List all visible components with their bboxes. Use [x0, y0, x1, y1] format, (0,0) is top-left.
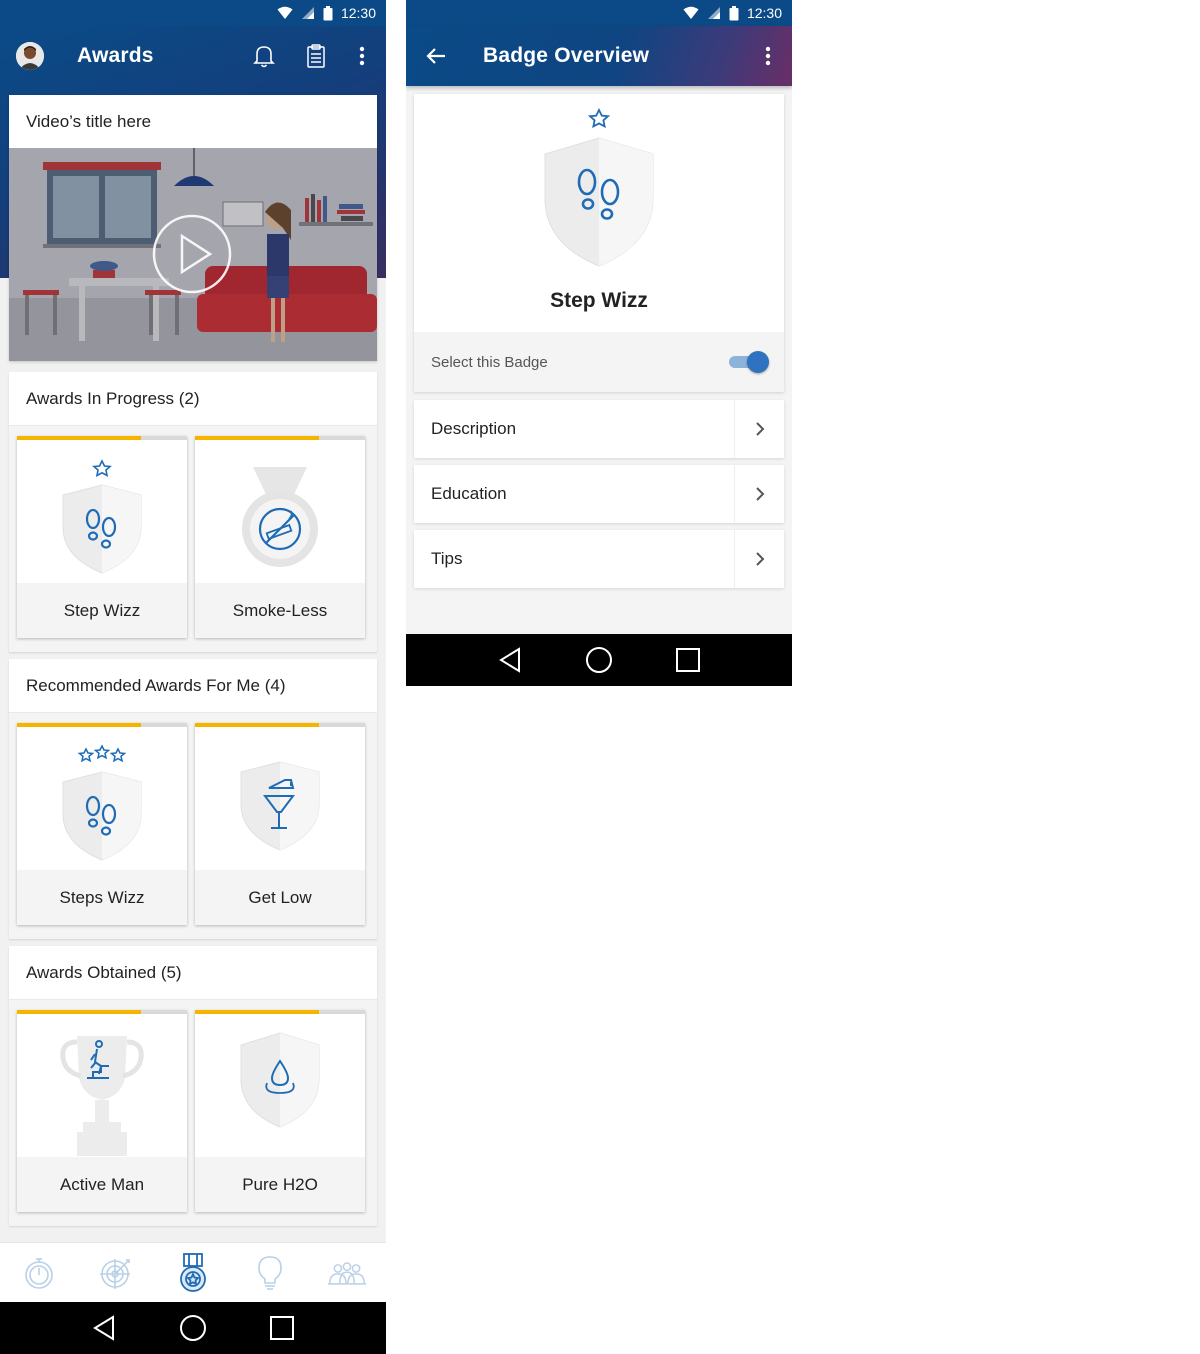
system-navigation-bar [406, 634, 792, 686]
footsteps-shield-icon [17, 727, 187, 870]
water-drop-shield-icon [195, 1014, 365, 1157]
award-tile-get-low[interactable]: Get Low [195, 723, 365, 925]
award-tile-active-man[interactable]: Active Man [17, 1010, 187, 1212]
bell-icon[interactable] [244, 36, 284, 76]
award-tile-steps-wizz[interactable]: Steps Wizz [17, 723, 187, 925]
play-icon[interactable] [154, 216, 230, 292]
app-bar: Awards [0, 26, 386, 86]
back-triangle-icon[interactable] [84, 1308, 124, 1348]
section-title: Awards Obtained (5) [9, 946, 377, 1000]
video-thumbnail[interactable] [9, 148, 377, 361]
chevron-right-icon [734, 530, 784, 588]
award-label: Pure H2O [195, 1157, 365, 1212]
signal-icon [301, 6, 315, 20]
section-title: Awards In Progress (2) [9, 372, 377, 426]
status-bar: 12:30 [0, 0, 386, 26]
back-arrow-icon[interactable] [416, 36, 456, 76]
tips-row[interactable]: Tips [414, 530, 784, 588]
bottom-navigation [0, 1242, 386, 1303]
description-row[interactable]: Description [414, 400, 784, 458]
award-tile-step-wizz[interactable]: Step Wizz [17, 436, 187, 638]
avatar[interactable] [16, 42, 44, 70]
stopwatch-icon[interactable] [19, 1253, 59, 1293]
select-badge-row: Select this Badge [414, 332, 784, 392]
home-circle-icon[interactable] [173, 1308, 213, 1348]
community-icon[interactable] [327, 1253, 367, 1293]
battery-icon [323, 5, 333, 21]
no-smoking-medal-icon [195, 440, 365, 583]
target-icon[interactable] [96, 1253, 136, 1293]
back-triangle-icon[interactable] [490, 640, 530, 680]
app-bar: Badge Overview [406, 26, 792, 86]
cocktail-shield-icon [195, 727, 365, 870]
chevron-right-icon [734, 465, 784, 523]
award-tile-pure-h2o[interactable]: Pure H2O [195, 1010, 365, 1212]
section-awards-obtained: Awards Obtained (5) Active Man Pure H2O [9, 946, 377, 1226]
lightbulb-icon[interactable] [250, 1253, 290, 1293]
video-card: Video’s title here [9, 95, 377, 361]
page-title: Badge Overview [483, 44, 650, 67]
more-vert-icon[interactable] [748, 36, 788, 76]
tips-label: Tips [431, 549, 463, 568]
stairs-trophy-icon [17, 1014, 187, 1157]
description-label: Description [431, 419, 517, 438]
recents-square-icon[interactable] [668, 640, 708, 680]
awards-screen: 12:30 Awards Video’s title here Awards I… [0, 0, 386, 1354]
badge-overview-screen: 12:30 Badge Overview Step Wizz Select th… [406, 0, 792, 686]
section-title: Recommended Awards For Me (4) [9, 659, 377, 713]
section-recommended-awards: Recommended Awards For Me (4) Steps Wizz… [9, 659, 377, 939]
award-medal-icon[interactable] [173, 1253, 213, 1293]
video-title: Video’s title here [9, 95, 377, 149]
status-time: 12:30 [340, 5, 376, 21]
award-tile-smoke-less[interactable]: Smoke-Less [195, 436, 365, 638]
wifi-icon [683, 6, 699, 20]
chevron-right-icon [734, 400, 784, 458]
recents-square-icon[interactable] [262, 1308, 302, 1348]
status-bar: 12:30 [406, 0, 792, 26]
system-navigation-bar [0, 1302, 386, 1354]
badge-overview-card: Step Wizz Select this Badge [414, 94, 784, 392]
battery-icon [729, 5, 739, 21]
award-label: Step Wizz [17, 583, 187, 638]
award-label: Get Low [195, 870, 365, 925]
award-label: Steps Wizz [17, 870, 187, 925]
footsteps-shield-icon [17, 440, 187, 583]
award-label: Active Man [17, 1157, 187, 1212]
select-badge-toggle[interactable] [727, 350, 769, 374]
education-row[interactable]: Education [414, 465, 784, 523]
wifi-icon [277, 6, 293, 20]
badge-name: Step Wizz [550, 289, 648, 312]
home-circle-icon[interactable] [579, 640, 619, 680]
signal-icon [707, 6, 721, 20]
more-vert-icon[interactable] [342, 36, 382, 76]
education-label: Education [431, 484, 507, 503]
clipboard-icon[interactable] [296, 36, 336, 76]
page-title: Awards [77, 44, 154, 67]
section-awards-in-progress: Awards In Progress (2) Step Wizz Smoke-L… [9, 372, 377, 652]
footsteps-shield-icon [534, 106, 664, 276]
select-badge-label: Select this Badge [431, 353, 548, 371]
status-time: 12:30 [746, 5, 782, 21]
award-label: Smoke-Less [195, 583, 365, 638]
